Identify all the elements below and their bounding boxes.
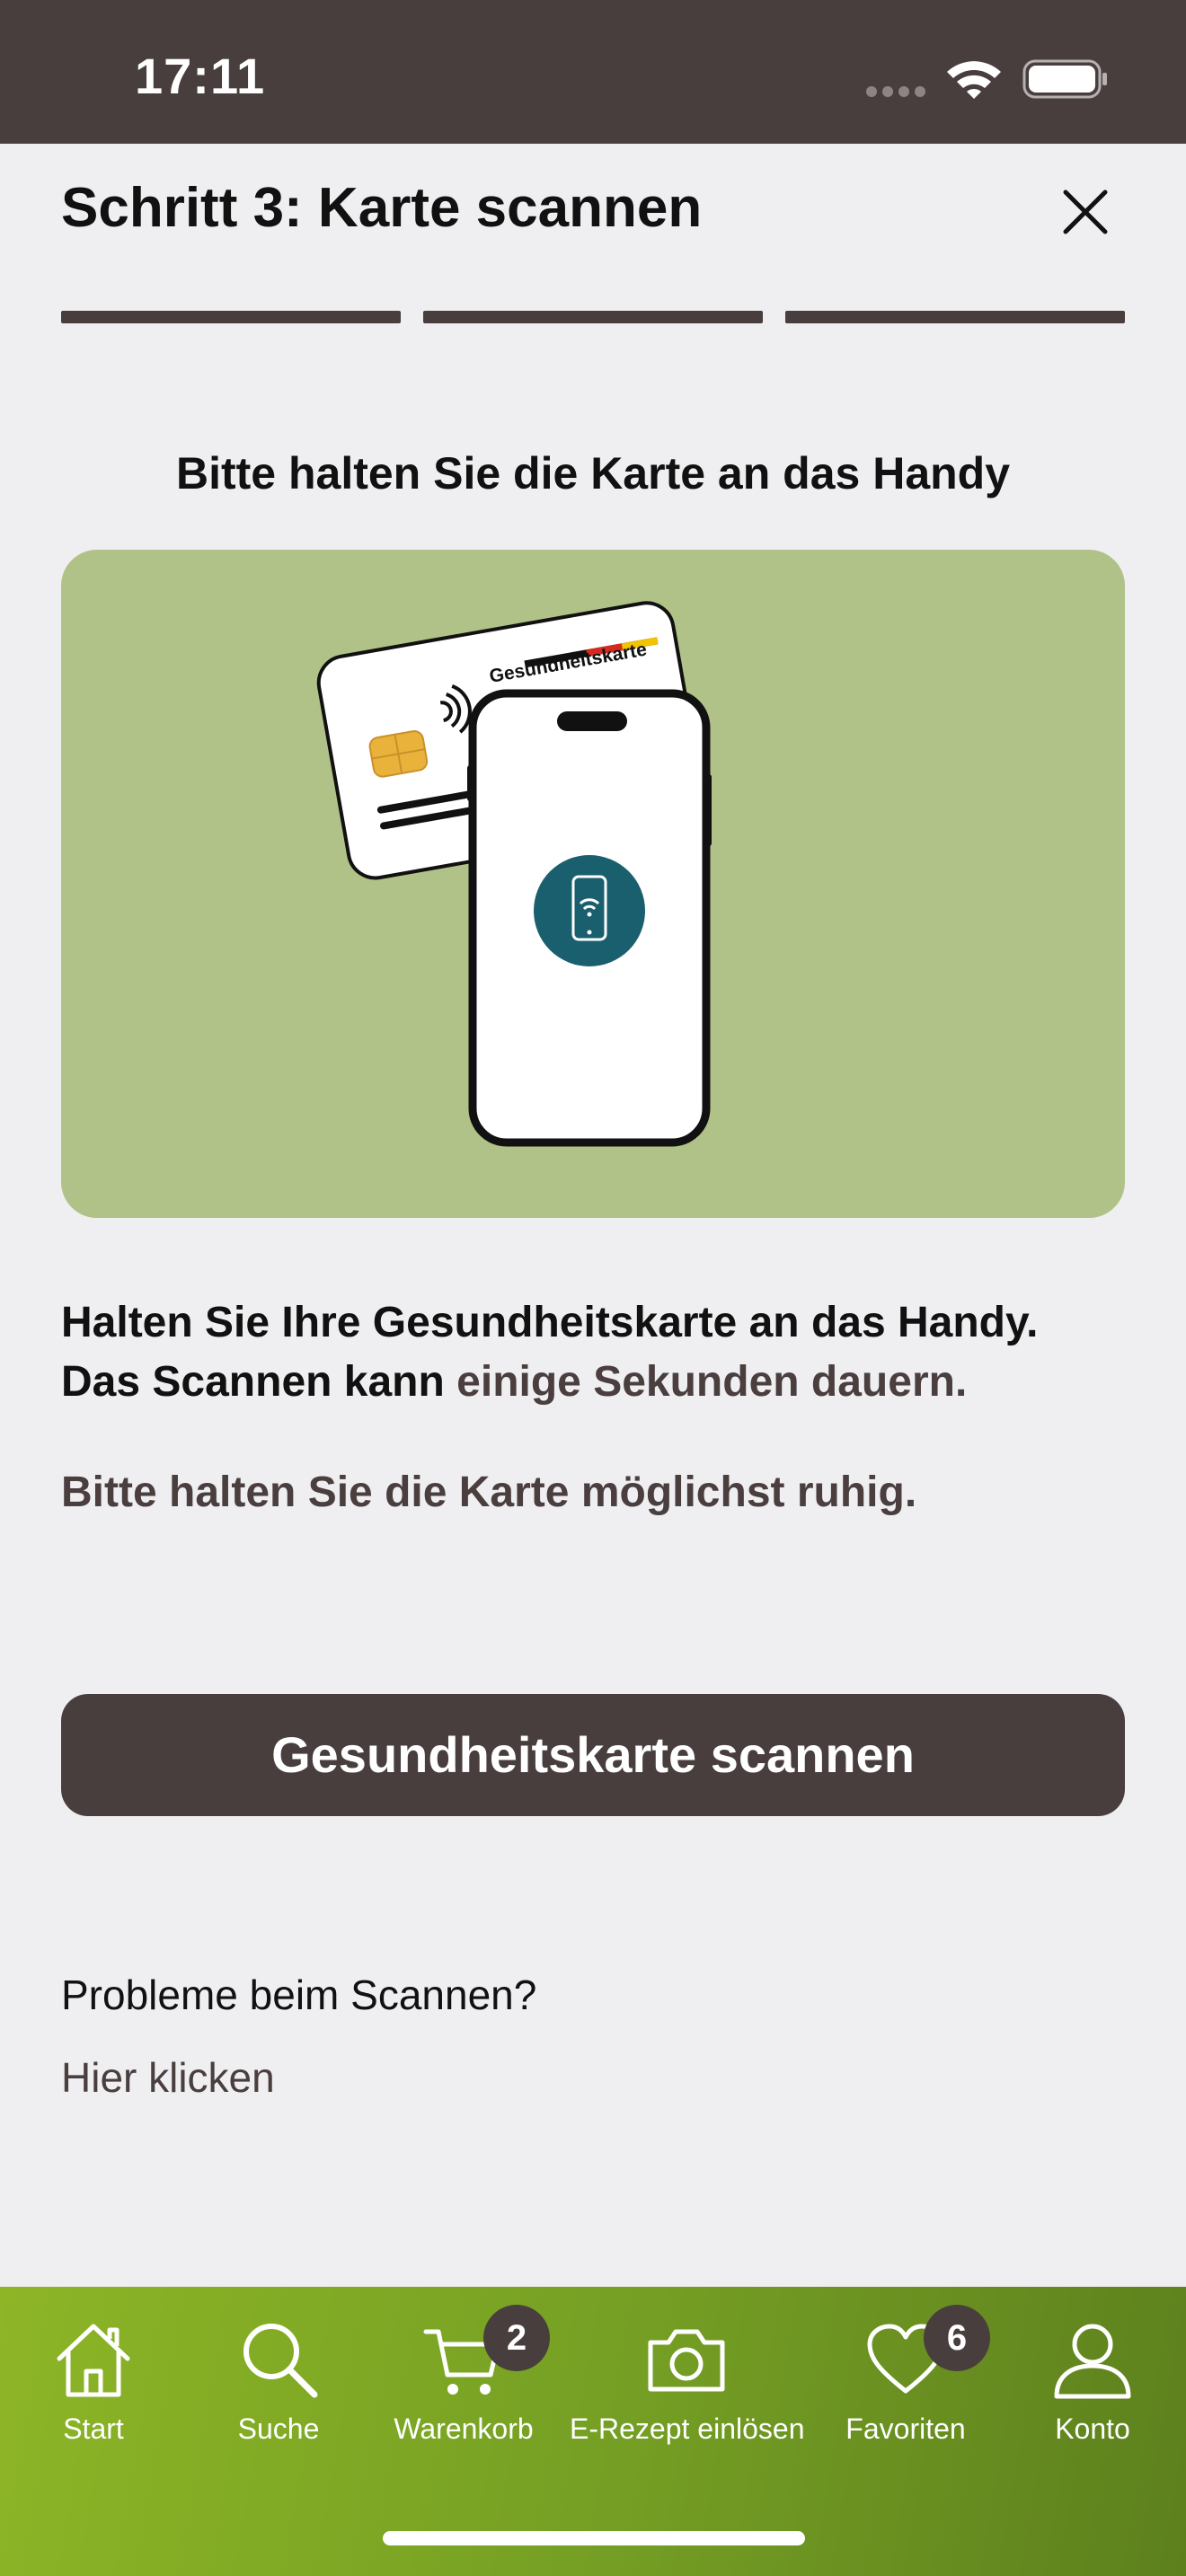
battery-icon: [1022, 59, 1107, 99]
home-indicator: [383, 2531, 805, 2545]
help-link[interactable]: Hier klicken: [61, 2053, 275, 2102]
tab-label-e-rezept: E-Rezept einlösen: [570, 2413, 805, 2445]
progress-step-2: [423, 311, 763, 323]
hint-text: Bitte halten Sie die Karte möglichst ruh…: [61, 1469, 917, 1516]
camera-icon: [648, 2329, 725, 2392]
tab-favoriten[interactable]: 6 Favoriten: [807, 2287, 1005, 2475]
help-question: Probleme beim Scannen?: [61, 1972, 537, 2018]
favorites-badge: 6: [924, 2305, 990, 2371]
cart-badge: 2: [483, 2305, 550, 2371]
close-icon[interactable]: [1057, 183, 1114, 241]
instruction-text: Bitte halten Sie die Karte an das Handy: [175, 448, 1011, 498]
status-time: 17:11: [135, 48, 266, 104]
bottom-tab-bar: Start Suche 2 Warenkorb E-Rezept einlöse…: [0, 2287, 1186, 2576]
tab-e-rezept[interactable]: E-Rezept einlösen: [570, 2287, 804, 2475]
nfc-badge: [534, 855, 645, 966]
progress-step-1: [61, 311, 401, 323]
body-line-2-start: Das Scannen kann: [61, 1358, 457, 1406]
status-bar: 17:11: [0, 0, 1186, 144]
tab-warenkorb[interactable]: 2 Warenkorb: [365, 2287, 562, 2475]
home-icon: [57, 2324, 130, 2397]
user-icon: [1054, 2324, 1131, 2399]
body-line-2-muted: einige Sekunden dauern.: [456, 1358, 968, 1406]
tab-suche[interactable]: Suche: [180, 2287, 377, 2475]
cellular-signal-icon: [866, 86, 925, 97]
illustration-svg: Gesundheitskarte: [316, 601, 712, 1147]
search-icon: [243, 2324, 318, 2398]
page-title: Schritt 3: Karte scannen: [61, 177, 703, 239]
card-scan-illustration: Gesundheitskarte: [61, 550, 1125, 1218]
wifi-icon: [947, 61, 1001, 99]
instruction-body: Halten Sie Ihre Gesundheitskarte an das …: [61, 1293, 1139, 1412]
tab-label-warenkorb: Warenkorb: [394, 2413, 534, 2445]
tab-label-konto: Konto: [1055, 2413, 1130, 2445]
progress-step-3: [785, 311, 1125, 323]
scan-card-button[interactable]: Gesundheitskarte scannen: [61, 1694, 1125, 1816]
body-line-1: Halten Sie Ihre Gesundheitskarte an das …: [61, 1299, 1039, 1346]
tab-start[interactable]: Start: [0, 2287, 192, 2475]
phone-graphic: [467, 689, 712, 1147]
tab-konto[interactable]: Konto: [994, 2287, 1186, 2475]
body-line-2: Das Scannen kann einige Sekunden dauern.: [61, 1353, 1139, 1412]
